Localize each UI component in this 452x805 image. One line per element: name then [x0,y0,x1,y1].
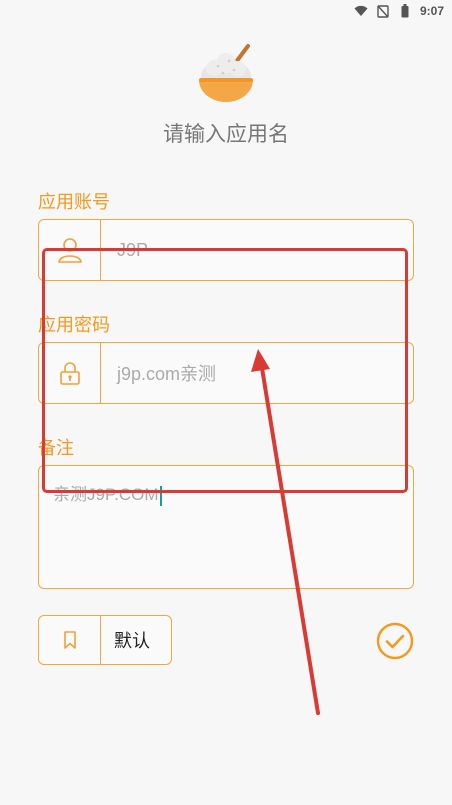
rice-bowl-icon [196,42,256,104]
account-input[interactable]: J9P [101,240,148,261]
password-label: 应用密码 [38,315,110,336]
password-input[interactable]: j9p.com亲测 [101,360,216,386]
note-label: 备注 [38,438,74,459]
user-icon [39,220,101,280]
text-cursor [159,485,162,506]
lock-icon [39,343,101,403]
no-signal-icon [376,4,390,18]
check-circle-icon[interactable] [376,622,414,660]
note-field[interactable]: 亲测J9P.COM [38,465,414,589]
wifi-icon [354,4,368,18]
account-field[interactable]: J9P [38,219,414,281]
bookmark-icon [39,616,101,664]
app-name-placeholder[interactable]: 请输入应用名 [0,118,452,148]
status-time: 9:07 [419,4,444,18]
account-label: 应用账号 [38,192,110,213]
default-button-label: 默认 [114,631,150,652]
default-button[interactable]: 默认 [38,615,172,665]
battery-icon [398,4,412,18]
password-field[interactable]: j9p.com亲测 [38,342,414,404]
note-input[interactable]: 亲测J9P.COM [53,485,159,504]
status-bar: 9:07 [0,0,452,22]
